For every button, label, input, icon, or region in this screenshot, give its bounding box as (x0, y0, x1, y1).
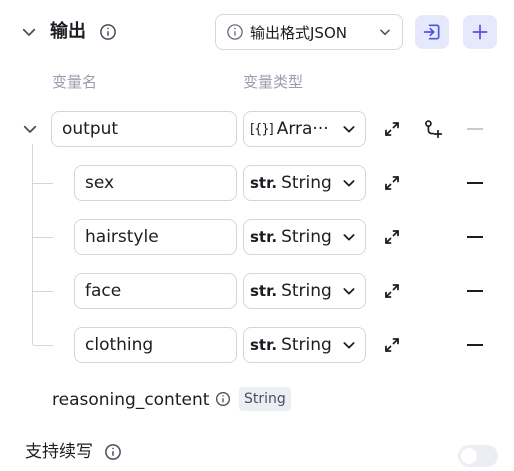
remove-field-button[interactable] (467, 236, 483, 238)
info-icon[interactable] (104, 443, 122, 461)
add-field-button[interactable] (463, 15, 497, 49)
array-type-icon: [{}] (250, 121, 274, 137)
remove-field-button[interactable] (467, 128, 483, 130)
remove-field-button[interactable] (467, 344, 483, 346)
collapse-chevron-icon[interactable] (20, 23, 38, 41)
chevron-down-icon (343, 126, 355, 133)
expand-icon[interactable] (383, 282, 401, 300)
variable-type-select[interactable]: [{}] Arra··· (243, 111, 366, 147)
expand-chevron-icon[interactable] (21, 120, 39, 138)
variable-name-input[interactable]: hairstyle (74, 219, 237, 255)
reasoning-content-name: reasoning_content (52, 390, 210, 410)
variable-name-input[interactable]: output (51, 111, 237, 147)
variable-type-label: Arra··· (276, 119, 329, 139)
add-child-icon[interactable] (423, 119, 443, 139)
plus-icon (472, 24, 488, 40)
continue-writing-label: 支持续写 (25, 442, 93, 462)
variable-type-select[interactable]: str. String (243, 219, 366, 255)
info-icon[interactable] (215, 391, 231, 407)
tree-branch (33, 183, 53, 184)
import-button[interactable] (415, 15, 449, 49)
expand-icon[interactable] (383, 336, 401, 354)
column-header-type: 变量类型 (243, 73, 304, 91)
string-type-icon: str. (250, 174, 278, 192)
info-icon[interactable] (99, 23, 117, 41)
string-type-icon: str. (250, 336, 278, 354)
toggle-knob (461, 448, 477, 464)
variable-name-input[interactable]: face (74, 273, 237, 309)
variable-type-label: String (281, 335, 332, 355)
remove-field-button[interactable] (467, 182, 483, 184)
output-format-value: 输出格式JSON (250, 23, 347, 42)
import-icon (423, 24, 440, 40)
tree-line (32, 144, 33, 345)
continue-writing-toggle[interactable] (458, 445, 498, 467)
variable-type-label: String (281, 227, 332, 247)
output-format-select[interactable]: 输出格式JSON (215, 14, 403, 50)
chevron-down-icon (343, 234, 355, 241)
string-type-icon: str. (250, 228, 278, 246)
expand-icon[interactable] (383, 228, 401, 246)
variable-type-select[interactable]: str. String (243, 273, 366, 309)
chevron-down-icon (343, 342, 355, 349)
expand-icon[interactable] (383, 174, 401, 192)
variable-type-label: String (281, 173, 332, 193)
tree-branch (33, 237, 53, 238)
string-type-icon: str. (250, 282, 278, 300)
chevron-down-icon (380, 29, 390, 36)
type-badge: String (239, 387, 291, 411)
tree-branch (33, 291, 53, 292)
variable-name-input[interactable]: clothing (74, 327, 237, 363)
chevron-down-icon (343, 180, 355, 187)
tree-branch (33, 345, 53, 346)
column-header-name: 变量名 (52, 73, 98, 91)
section-title: 输出 (50, 21, 86, 42)
variable-type-select[interactable]: str. String (243, 165, 366, 201)
info-icon (227, 24, 243, 40)
variable-type-label: String (281, 281, 332, 301)
remove-field-button[interactable] (467, 290, 483, 292)
variable-name-input[interactable]: sex (74, 165, 237, 201)
expand-icon[interactable] (383, 120, 401, 138)
chevron-down-icon (343, 288, 355, 295)
variable-type-select[interactable]: str. String (243, 327, 366, 363)
